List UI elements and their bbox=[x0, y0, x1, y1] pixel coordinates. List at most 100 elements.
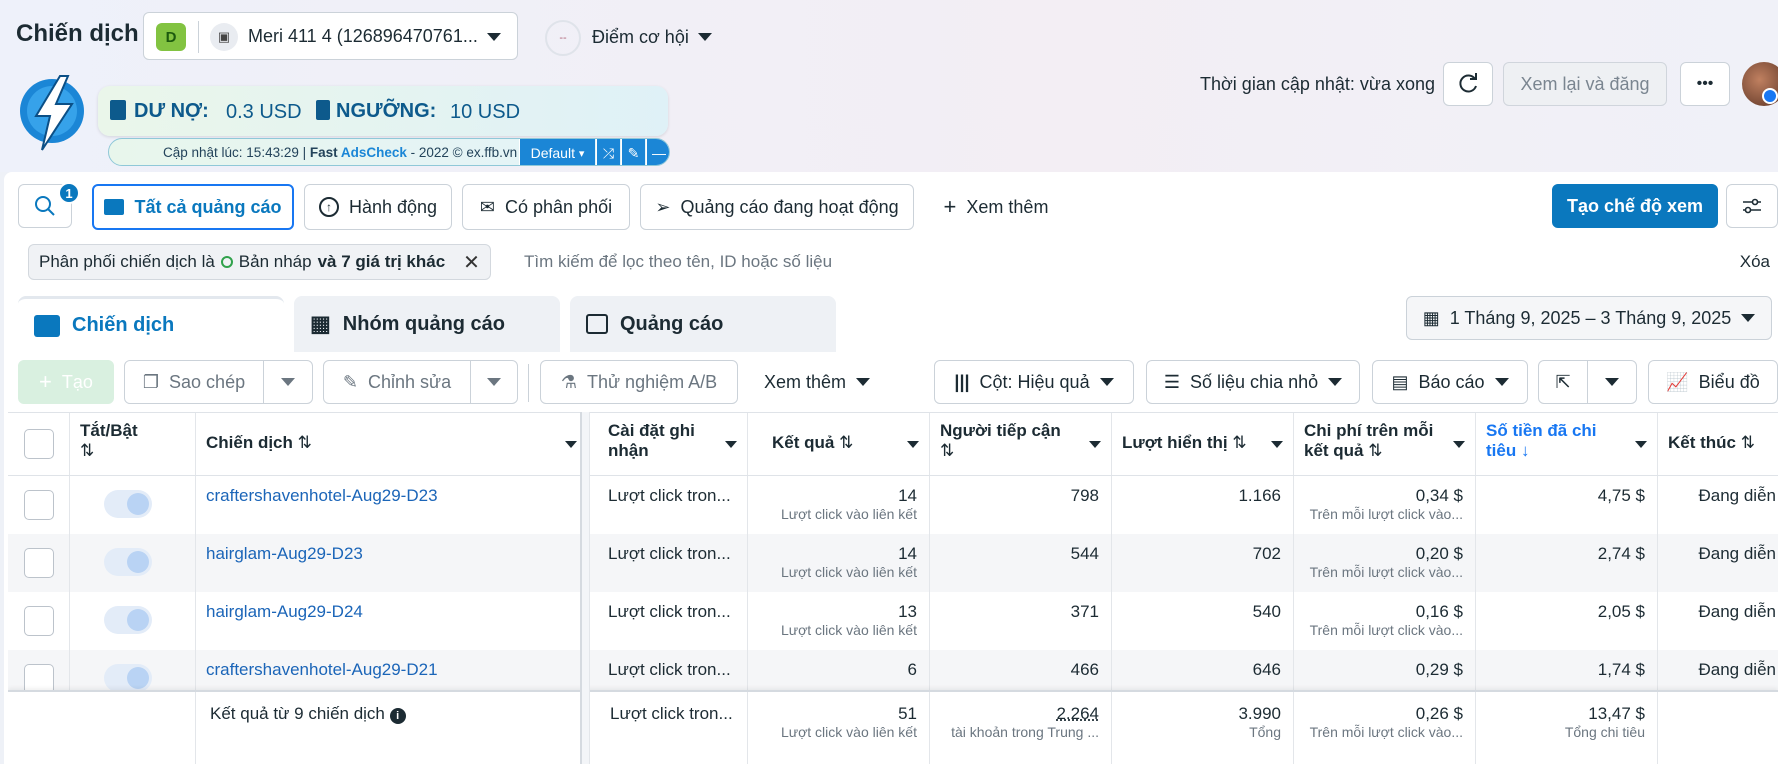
plus-icon: + bbox=[39, 369, 52, 394]
select-all-checkbox[interactable] bbox=[24, 429, 54, 459]
report-icon: ▤ bbox=[1391, 371, 1409, 392]
chevron-down-icon bbox=[1741, 314, 1756, 322]
columns-button[interactable]: ||| Cột: Hiệu quả bbox=[934, 360, 1134, 404]
campaign-name-link[interactable]: craftershavenhotel-Aug29-D23 bbox=[206, 486, 438, 505]
info-icon[interactable]: i bbox=[389, 708, 406, 724]
table-row[interactable]: craftershavenhotel-Aug29-D21 Lượt click … bbox=[8, 650, 1778, 690]
edit-dropdown[interactable] bbox=[470, 360, 518, 404]
table-row[interactable]: hairglam-Aug29-D23 Lượt click tron... 14… bbox=[8, 534, 1778, 592]
campaign-table: Tắt/Bật ⇅ Chiến dịch ⇅ Cài đặt ghi nhận K… bbox=[8, 412, 1778, 764]
header-attribution-label: Cài đặt ghi nhận bbox=[608, 421, 695, 460]
header-reach[interactable]: Người tiếp cận ⇅ bbox=[930, 413, 1112, 475]
header-impressions[interactable]: Lượt hiển thị ⇅ bbox=[1112, 413, 1294, 475]
campaign-name-link[interactable]: hairglam-Aug29-D24 bbox=[206, 602, 363, 621]
review-publish-button[interactable]: Xem lại và đăng bbox=[1503, 62, 1667, 106]
header-campaign[interactable]: Chiến dịch ⇅ bbox=[196, 413, 588, 475]
attribution-value: Lượt click tron... bbox=[598, 534, 748, 592]
sort-icon: ⇅ bbox=[80, 441, 95, 460]
chart-button[interactable]: 📈 Biểu đồ bbox=[1648, 360, 1778, 404]
header-cost-per-result[interactable]: Chi phí trên mỗi kết quả ⇅ bbox=[1294, 413, 1476, 475]
account-selector[interactable]: D ▣ Meri 411 4 (126896470761... bbox=[143, 12, 518, 60]
minimize-icon[interactable]: — bbox=[646, 139, 669, 165]
tab-campaigns[interactable]: Chiến dịch bbox=[18, 296, 284, 352]
date-range-picker[interactable]: ▦ 1 Tháng 9, 2025 – 3 Tháng 9, 2025 bbox=[1406, 296, 1772, 340]
chevron-down-icon[interactable] bbox=[698, 33, 712, 41]
actions-filter-button[interactable]: ↑ Hành động bbox=[304, 184, 452, 230]
more-options-button[interactable]: ••• bbox=[1680, 62, 1730, 106]
header-ends[interactable]: Kết thúc ⇅ bbox=[1658, 413, 1778, 475]
row-checkbox[interactable] bbox=[24, 548, 54, 578]
campaign-toggle[interactable] bbox=[104, 606, 152, 634]
shuffle-icon[interactable]: ⤮ bbox=[596, 139, 620, 165]
campaign-toggle[interactable] bbox=[104, 490, 152, 518]
copy-dropdown[interactable] bbox=[263, 360, 313, 404]
reach-value: 371 bbox=[930, 592, 1112, 650]
export-button[interactable]: ⇱ bbox=[1538, 360, 1588, 404]
clear-filters-link[interactable]: Xóa bbox=[1740, 252, 1770, 272]
mode-select[interactable]: Default ▾ bbox=[519, 139, 595, 165]
breakdown-label: Số liệu chia nhỏ bbox=[1190, 371, 1319, 392]
chevron-down-icon bbox=[1328, 378, 1343, 386]
summary-impressions: 3.990 bbox=[1238, 704, 1281, 723]
summary-cpr: 0,26 $ bbox=[1415, 704, 1463, 723]
filter-chip[interactable]: Phân phối chiến dịch là Bản nháp và 7 gi… bbox=[28, 244, 491, 280]
header-results[interactable]: Kết quả ⇅ bbox=[748, 413, 930, 475]
flask-icon: ⚗ bbox=[560, 371, 577, 392]
sort-icon: ⇅ bbox=[839, 433, 854, 452]
chevron-down-icon bbox=[1099, 378, 1114, 386]
summary-reach[interactable]: 2.264 bbox=[930, 704, 1099, 724]
more-actions-button[interactable]: Xem thêm bbox=[752, 360, 882, 404]
chevron-down-icon bbox=[1089, 441, 1101, 448]
summary-spent-sub: Tổng chi tiêu bbox=[1564, 724, 1645, 740]
campaign-name-link[interactable]: craftershavenhotel-Aug29-D21 bbox=[206, 660, 438, 679]
view-settings-button[interactable] bbox=[1726, 184, 1778, 228]
export-dropdown[interactable] bbox=[1587, 360, 1637, 404]
opportunity-score[interactable]: -- bbox=[545, 20, 581, 56]
row-checkbox[interactable] bbox=[24, 490, 54, 520]
envelope-icon: ✉ bbox=[479, 196, 495, 217]
results-sub: Lượt click vào liên kết bbox=[780, 622, 917, 638]
columns-icon: ||| bbox=[954, 371, 970, 392]
create-view-button[interactable]: Tạo chế độ xem bbox=[1552, 184, 1718, 228]
ab-test-button[interactable]: ⚗ Thử nghiệm A/B bbox=[540, 360, 738, 404]
row-checkbox[interactable] bbox=[24, 664, 54, 690]
frozen-column-divider[interactable] bbox=[580, 412, 590, 764]
pencil-icon: ✎ bbox=[342, 371, 358, 392]
edit-icon[interactable]: ✎ bbox=[621, 139, 645, 165]
breakdown-button[interactable]: ☰ Số liệu chia nhỏ bbox=[1146, 360, 1360, 404]
edit-button[interactable]: ✎ Chỉnh sửa bbox=[323, 360, 471, 404]
header-attribution[interactable]: Cài đặt ghi nhận bbox=[598, 413, 748, 475]
table-row[interactable]: hairglam-Aug29-D24 Lượt click tron... 13… bbox=[8, 592, 1778, 650]
columns-label: Cột: Hiệu quả bbox=[979, 371, 1090, 392]
campaign-toggle[interactable] bbox=[104, 664, 152, 690]
results-sub: Lượt click vào liên kết bbox=[780, 506, 917, 522]
opportunity-label[interactable]: Điểm cơ hội bbox=[592, 27, 689, 48]
delivery-filter-button[interactable]: ✉ Có phân phối bbox=[462, 184, 630, 230]
chart-icon: 📈 bbox=[1666, 371, 1689, 392]
campaign-toggle[interactable] bbox=[104, 548, 152, 576]
see-more-filters-button[interactable]: + Xem thêm bbox=[930, 184, 1062, 230]
calendar-icon: ▦ bbox=[1422, 307, 1440, 328]
account-badge: D bbox=[156, 23, 186, 51]
refresh-button[interactable] bbox=[1443, 62, 1493, 106]
reports-button[interactable]: ▤ Báo cáo bbox=[1372, 360, 1528, 404]
active-ads-filter-button[interactable]: ➢ Quảng cáo đang hoạt động bbox=[640, 184, 914, 230]
campaign-name-link[interactable]: hairglam-Aug29-D23 bbox=[206, 544, 363, 563]
row-checkbox[interactable] bbox=[24, 606, 54, 636]
summary-label: Kết quả từ 9 chiến dịch bbox=[210, 704, 385, 723]
tab-adsets[interactable]: ▦ Nhóm quảng cáo bbox=[294, 296, 560, 352]
plus-icon: + bbox=[943, 194, 957, 219]
tab-ads[interactable]: Quảng cáo bbox=[570, 296, 836, 352]
export-icon: ⇱ bbox=[1555, 371, 1571, 392]
header-toggle[interactable]: Tắt/Bật ⇅ bbox=[70, 413, 196, 475]
header-toggle-label: Tắt/Bật bbox=[80, 421, 138, 440]
filter-bar: Phân phối chiến dịch là Bản nháp và 7 gi… bbox=[18, 240, 1778, 284]
create-button[interactable]: + Tạo bbox=[18, 360, 114, 404]
copy-button[interactable]: ❐ Sao chép bbox=[124, 360, 264, 404]
filter-search-input[interactable]: Tìm kiếm để lọc theo tên, ID hoặc số liệ… bbox=[524, 252, 832, 272]
all-ads-button[interactable]: Tất cả quảng cáo bbox=[92, 184, 294, 230]
table-row[interactable]: craftershavenhotel-Aug29-D23 Lượt click … bbox=[8, 476, 1778, 534]
header-amount-spent[interactable]: Số tiền đã chi tiêu ↓ bbox=[1476, 413, 1658, 475]
close-icon[interactable]: ✕ bbox=[463, 250, 480, 275]
summary-spent: 13,47 $ bbox=[1588, 704, 1645, 723]
